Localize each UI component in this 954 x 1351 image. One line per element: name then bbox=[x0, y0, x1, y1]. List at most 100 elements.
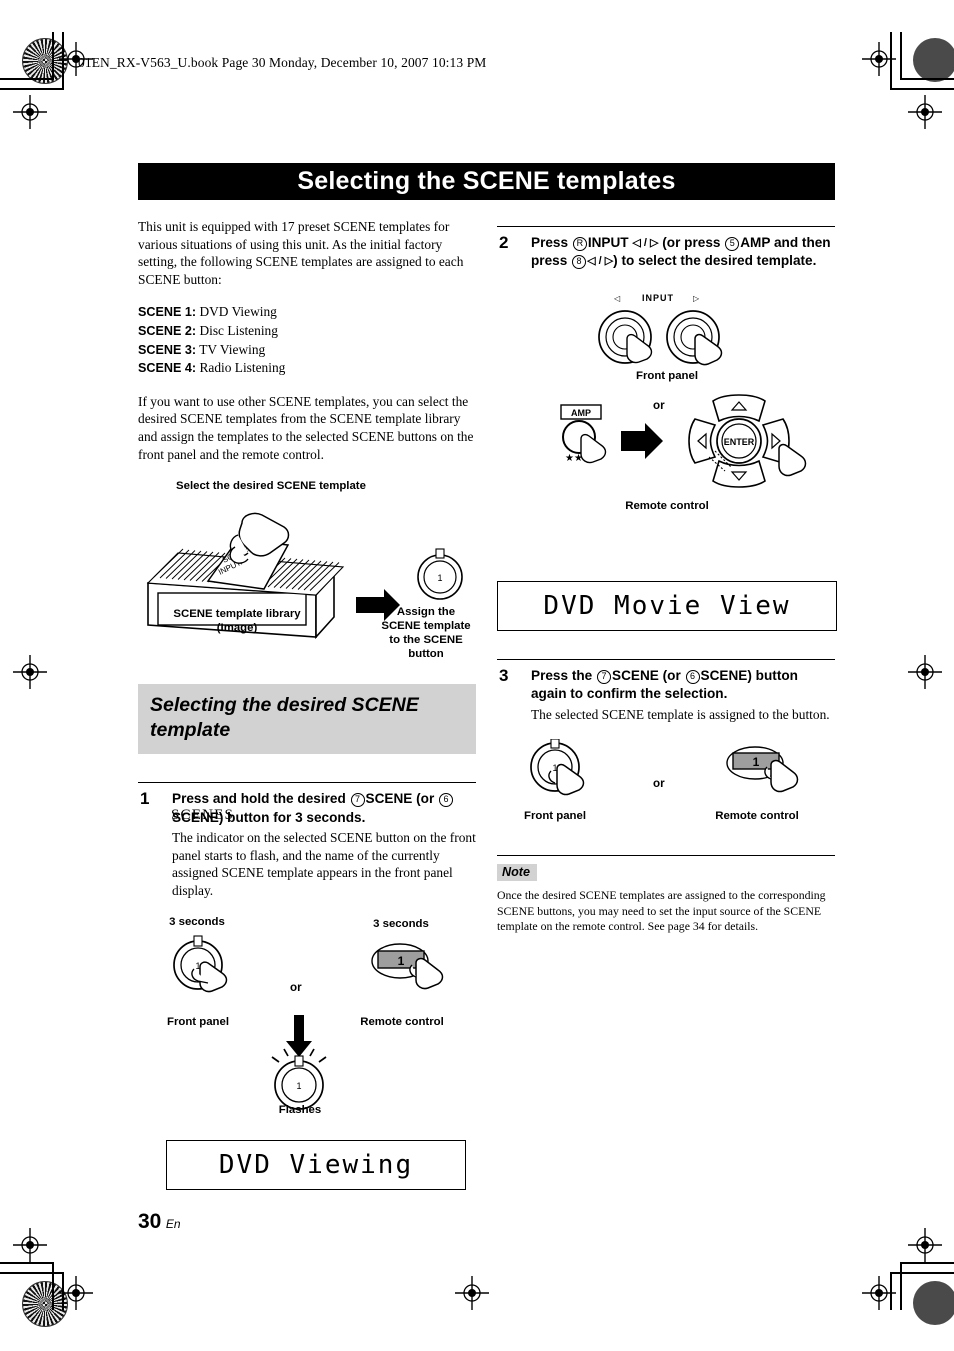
registration-dot-bottom-right bbox=[913, 1281, 954, 1325]
circled-number-icon: 7 bbox=[597, 669, 611, 684]
manual-page: 01EN_RX-V563_U.book Page 30 Monday, Dece… bbox=[0, 0, 954, 1351]
list-item: SCENE 2: Disc Listening bbox=[138, 322, 476, 341]
label-or: or bbox=[290, 981, 302, 995]
circled-number-icon: 5 bbox=[725, 237, 740, 251]
scene-library-figure: Select the desired SCENE template INPUT:… bbox=[138, 479, 476, 660]
left-right-arrows-icon: ◁ / ▷ bbox=[587, 255, 614, 268]
note-divider bbox=[497, 855, 835, 857]
crop-mark bbox=[0, 78, 52, 80]
crop-mark bbox=[902, 78, 954, 80]
svg-text:1: 1 bbox=[296, 1081, 301, 1091]
scene-value: Disc Listening bbox=[199, 322, 278, 338]
section-heading: Selecting the desired SCENE template bbox=[138, 684, 476, 755]
front-panel-display-1: DVD Viewing bbox=[166, 1140, 466, 1191]
left-right-arrows-icon: ◁ / ▷ bbox=[632, 237, 659, 249]
step-1: 1 Press and hold the desired 7 SCENE (or … bbox=[138, 782, 476, 899]
svg-text:★★: ★★ bbox=[565, 453, 583, 464]
list-item: SCENE 4: Radio Listening bbox=[138, 359, 476, 378]
scene-label: SCENE 1: bbox=[138, 305, 197, 320]
label-front-panel: Front panel bbox=[166, 1016, 229, 1029]
svg-text:AMP: AMP bbox=[571, 408, 591, 418]
step-2: 2 Press R INPUT ◁ / ▷ (or press 5 AMP and … bbox=[497, 226, 835, 271]
registration-dot-top-right bbox=[913, 38, 954, 82]
scene-label: SCENE 3: bbox=[138, 342, 197, 357]
label-flashes: Flashes bbox=[278, 1104, 322, 1117]
crop-mark bbox=[52, 32, 54, 80]
note-text: Once the desired SCENE templates are ass… bbox=[497, 888, 826, 933]
step-instruction: Press the 7 SCENE (or 6 SCENE) button agai… bbox=[531, 667, 798, 702]
svg-text:ENTER: ENTER bbox=[724, 437, 755, 447]
front-panel-display-2: DVD Movie View bbox=[497, 580, 837, 631]
step3-buttons-illustration: 1 1 bbox=[530, 739, 799, 796]
circled-number-icon: 6 bbox=[685, 669, 700, 684]
registration-target bbox=[455, 1276, 489, 1310]
label-remote-control: Remote control bbox=[625, 499, 709, 512]
note-block: Note Once the desired SCENE templates ar… bbox=[497, 855, 835, 934]
page-title: Selecting the SCENE templates bbox=[138, 163, 835, 200]
page-language-suffix: En bbox=[165, 1217, 181, 1231]
crop-mark bbox=[52, 1262, 54, 1310]
registration-target bbox=[908, 655, 942, 689]
registration-target bbox=[13, 655, 47, 689]
scene-button-number: 1 bbox=[437, 573, 442, 583]
step-description: The indicator on the selected SCENE butt… bbox=[172, 829, 476, 898]
second-paragraph: If you want to use other SCENE templates… bbox=[138, 393, 474, 462]
page-number: 30 bbox=[138, 1210, 162, 1233]
figure-caption-scenes-box: SCENE template library (Image) bbox=[173, 608, 301, 635]
note-tag: Note bbox=[497, 864, 537, 882]
figure-caption-assign: Assign the SCENE template to the SCENE b… bbox=[381, 606, 471, 661]
crop-mark bbox=[900, 32, 902, 80]
circled-letter-icon: R bbox=[572, 237, 587, 251]
crop-mark bbox=[0, 1262, 52, 1264]
display-text: DVD Viewing bbox=[218, 1150, 414, 1181]
list-item: SCENE 1: DVD Viewing bbox=[138, 303, 476, 322]
figure-caption-select-template: Select the desired SCENE template bbox=[176, 480, 366, 493]
display-text: DVD Movie View bbox=[543, 590, 791, 621]
step-number: 1 bbox=[140, 789, 150, 809]
scene-label: SCENE 4: bbox=[138, 361, 197, 376]
scene-assignment-list: SCENE 1: DVD Viewing SCENE 2: Disc Liste… bbox=[138, 303, 476, 377]
registration-target bbox=[59, 1276, 93, 1310]
left-column: This unit is equipped with 17 preset SCE… bbox=[138, 218, 476, 1191]
label-3-seconds-remote: 3 seconds bbox=[373, 918, 429, 931]
scene-label: SCENE 2: bbox=[138, 323, 197, 338]
right-column: 2 Press R INPUT ◁ / ▷ (or press 5 AMP and … bbox=[497, 218, 837, 934]
step2-controls-illustration: ◁ INPUT ▷ AMP ★★ ENTER bbox=[560, 293, 807, 488]
label-3-seconds-front: 3 seconds bbox=[169, 916, 225, 929]
registration-target bbox=[13, 95, 47, 129]
step-instruction: Press R INPUT ◁ / ▷ (or press 5 AMP and th… bbox=[531, 235, 831, 270]
step-number: 2 bbox=[499, 233, 509, 252]
intro-paragraph: This unit is equipped with 17 preset SCE… bbox=[138, 219, 464, 287]
label-remote-control: Remote control bbox=[715, 810, 799, 823]
label-front-panel: Front panel bbox=[635, 369, 698, 382]
book-file-header: 01EN_RX-V563_U.book Page 30 Monday, Dece… bbox=[78, 55, 487, 70]
left-arrow-icon: ◁ bbox=[614, 294, 621, 303]
crop-mark bbox=[900, 1262, 902, 1310]
step3-figure: 1 1 Front panel or Remote control bbox=[497, 739, 835, 822]
right-arrow-icon: ▷ bbox=[693, 294, 700, 303]
crop-mark bbox=[0, 88, 62, 90]
label-or: or bbox=[653, 777, 665, 791]
page-title-text: Selecting the SCENE templates bbox=[297, 167, 676, 195]
label-remote-control: Remote control bbox=[360, 1016, 444, 1029]
scene-value: DVD Viewing bbox=[199, 304, 277, 320]
step-number: 3 bbox=[499, 665, 509, 685]
registration-target bbox=[862, 42, 896, 76]
step2-figure: ◁ INPUT ▷ AMP ★★ ENTER Front panel or Re… bbox=[497, 285, 835, 575]
step-instruction: Press and hold the desired 7 SCENE (or 6S… bbox=[172, 790, 476, 827]
registration-target bbox=[908, 95, 942, 129]
step-3: 3 Press the 7 SCENE (or 6 SCENE) button ag… bbox=[497, 658, 835, 723]
registration-target bbox=[13, 1228, 47, 1262]
page-footer: 30 En bbox=[138, 1210, 181, 1234]
svg-text:INPUT: INPUT bbox=[642, 293, 674, 303]
scene-value: Radio Listening bbox=[199, 360, 286, 376]
circled-number-icon: 8 bbox=[572, 255, 587, 270]
registration-target bbox=[908, 1228, 942, 1262]
list-item: SCENE 3: TV Viewing bbox=[138, 341, 476, 360]
step1-figure: 3 seconds 3 seconds 1 1 1 Front panel or… bbox=[138, 915, 476, 1120]
svg-text:1: 1 bbox=[753, 755, 760, 769]
label-front-panel: Front panel bbox=[523, 810, 586, 823]
scene-value: TV Viewing bbox=[199, 341, 266, 357]
crop-mark bbox=[902, 1262, 954, 1264]
registration-target bbox=[862, 1276, 896, 1310]
